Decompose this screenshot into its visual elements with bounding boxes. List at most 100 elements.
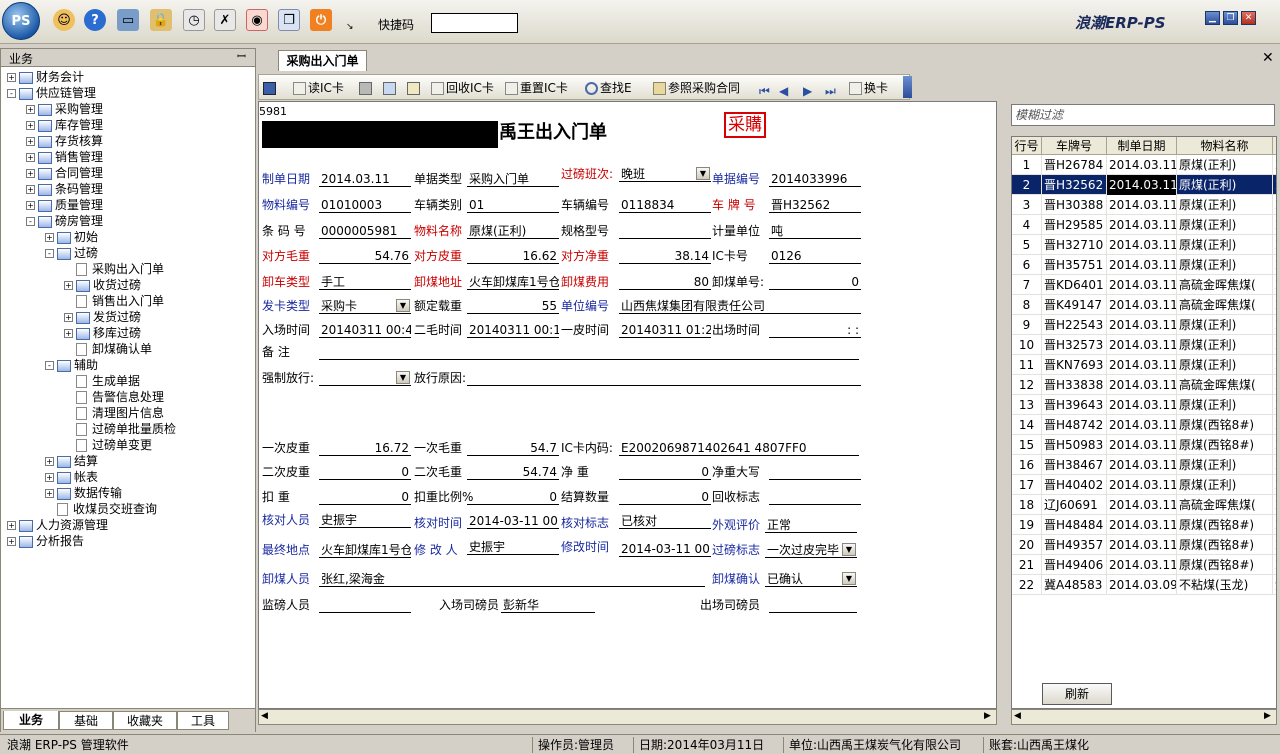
v-veh-type-field[interactable]: 01 bbox=[467, 197, 559, 213]
v-unload-addr-field[interactable]: 火车卸煤库1号仓 bbox=[467, 274, 559, 290]
tree-item[interactable]: 过磅单变更 bbox=[64, 437, 152, 453]
table-row[interactable]: 1晋H267842014.03.11原煤(正利)20 bbox=[1012, 155, 1276, 175]
v-mat-name-field[interactable]: 原煤(正利) bbox=[467, 223, 559, 239]
prev-icon[interactable]: ◀ bbox=[779, 82, 795, 98]
clock-icon[interactable]: ◷ bbox=[183, 9, 205, 31]
collapse-icon[interactable]: - bbox=[45, 249, 54, 258]
v-unit-field[interactable]: 吨 bbox=[769, 223, 861, 239]
form-horizontal-scrollbar[interactable]: ◀ ▶ bbox=[258, 709, 997, 725]
tree-item[interactable]: 采购出入门单 bbox=[64, 261, 164, 277]
scroll-left-icon[interactable]: ◀ bbox=[261, 711, 268, 721]
tree-item[interactable]: - 过磅 bbox=[45, 245, 98, 261]
toolbar-button[interactable] bbox=[407, 79, 422, 97]
toolbar-button[interactable] bbox=[359, 79, 374, 97]
v-checker-field[interactable]: 史振宇 bbox=[319, 512, 411, 528]
tree-item[interactable]: 生成单据 bbox=[64, 373, 140, 389]
minimize-icon[interactable]: ▁ bbox=[1205, 11, 1220, 25]
grid-column-header[interactable]: 制单日期 bbox=[1107, 137, 1177, 155]
toolbar-button[interactable]: 读IC卡 bbox=[293, 79, 344, 97]
v-unload-fee-field[interactable]: 80 bbox=[619, 274, 711, 290]
toolbar-button[interactable]: ⏮ bbox=[759, 79, 777, 98]
tab-purchase-gate-bill[interactable]: 采购出入门单 bbox=[278, 50, 367, 71]
expand-icon[interactable]: + bbox=[64, 329, 73, 338]
edit-icon[interactable] bbox=[407, 82, 420, 95]
expand-icon[interactable]: + bbox=[7, 537, 16, 546]
v-bill-type-field[interactable]: 采购入门单 bbox=[467, 171, 559, 187]
v-out-operator-field[interactable] bbox=[769, 597, 857, 613]
v-unloader-field[interactable]: 张红,梁海金 bbox=[319, 571, 705, 587]
toolbar-button[interactable]: ◀ bbox=[779, 79, 797, 98]
app-logo[interactable]: PS bbox=[2, 2, 40, 40]
dropdown-arrow-icon[interactable]: ▼ bbox=[396, 371, 410, 384]
toolbar-button[interactable]: ▶ bbox=[803, 79, 821, 98]
left-tab[interactable]: 工具 bbox=[177, 711, 229, 730]
v-gross2-field[interactable]: 54.74 bbox=[467, 464, 559, 480]
toolbar-button[interactable]: 回收IC卡 bbox=[431, 79, 494, 97]
v-rated-field[interactable]: 55 bbox=[467, 298, 559, 314]
toolbar-button[interactable] bbox=[383, 79, 398, 97]
tree-item[interactable]: + 结算 bbox=[45, 453, 98, 469]
toolbar-button[interactable]: 换卡 bbox=[849, 79, 888, 97]
pin-icon[interactable]: ꟷ bbox=[237, 49, 246, 64]
stop-icon[interactable]: ◉ bbox=[246, 9, 268, 31]
table-row[interactable]: 4晋H295852014.03.11原煤(正利)20 bbox=[1012, 215, 1276, 235]
expand-icon[interactable]: + bbox=[45, 473, 54, 482]
table-row[interactable]: 8晋K491472014.03.11高硫金晖焦煤(20 bbox=[1012, 295, 1276, 315]
v-deduct-pct-field[interactable]: 0 bbox=[467, 489, 559, 505]
lock-icon[interactable]: 🔒 bbox=[150, 9, 172, 31]
table-row[interactable]: 17晋H404022014.03.11原煤(正利)20 bbox=[1012, 475, 1276, 495]
v-in-operator-field[interactable]: 彭新华 bbox=[501, 597, 595, 613]
expand-icon[interactable]: + bbox=[7, 73, 16, 82]
table-row[interactable]: 12晋H338382014.03.11高硫金晖焦煤(20 bbox=[1012, 375, 1276, 395]
grid-horizontal-scrollbar[interactable]: ◀ ▶ bbox=[1011, 709, 1277, 725]
table-row[interactable]: 11晋KN76932014.03.11原煤(正利)20 bbox=[1012, 355, 1276, 375]
scroll-left-icon[interactable]: ◀ bbox=[1014, 711, 1021, 721]
table-row[interactable]: 16晋H384672014.03.11原煤(正利)20 bbox=[1012, 455, 1276, 475]
tree-item[interactable]: + 财务会计 bbox=[7, 69, 84, 85]
dropdown-arrow-icon[interactable]: ▼ bbox=[696, 167, 710, 180]
expand-icon[interactable]: + bbox=[7, 521, 16, 530]
collapse-icon[interactable]: - bbox=[45, 361, 54, 370]
table-row[interactable]: 13晋H396432014.03.11原煤(正利)20 bbox=[1012, 395, 1276, 415]
tree-item[interactable]: 清理图片信息 bbox=[64, 405, 164, 421]
tree-item[interactable]: + 人力资源管理 bbox=[7, 517, 108, 533]
v-net-field[interactable]: 38.14 bbox=[619, 248, 711, 264]
tools-icon[interactable]: ✗ bbox=[214, 9, 236, 31]
tree-item[interactable]: + 质量管理 bbox=[26, 197, 103, 213]
tree-item[interactable]: 告警信息处理 bbox=[64, 389, 164, 405]
v-net-cap-field[interactable] bbox=[769, 464, 861, 480]
v-unload-type-field[interactable]: 手工 bbox=[319, 274, 411, 290]
grid-column-header[interactable]: 物料名称 bbox=[1177, 137, 1273, 155]
v-modifier-field[interactable]: 史振宇 bbox=[467, 539, 559, 555]
v-tare1-time-field[interactable]: 20140311 01:23:3 bbox=[619, 322, 711, 338]
v-settle-field[interactable]: 0 bbox=[619, 489, 711, 505]
tree-item[interactable]: + 合同管理 bbox=[26, 165, 103, 181]
quick-code-input[interactable] bbox=[431, 13, 518, 33]
scroll-right-icon[interactable]: ▶ bbox=[984, 711, 991, 721]
tree-item[interactable]: - 辅助 bbox=[45, 357, 98, 373]
v-plate-field[interactable]: 晋H32562 bbox=[769, 197, 861, 213]
table-row[interactable]: 3晋H303882014.03.11原煤(正利)20 bbox=[1012, 195, 1276, 215]
tools-icon[interactable] bbox=[849, 82, 862, 95]
table-row[interactable]: 2晋H325622014.03.11原煤(正利)20 bbox=[1012, 175, 1276, 195]
restore-icon[interactable]: ❐ bbox=[1223, 11, 1238, 25]
left-tab[interactable]: 业务 bbox=[3, 711, 59, 730]
next-icon[interactable]: ▶ bbox=[803, 82, 819, 98]
table-row[interactable]: 10晋H325732014.03.11原煤(正利)20 bbox=[1012, 335, 1276, 355]
tree-item[interactable]: + 初始 bbox=[45, 229, 98, 245]
tree-item[interactable]: 收煤员交班查询 bbox=[45, 501, 157, 517]
expand-icon[interactable]: + bbox=[26, 185, 35, 194]
tools-icon[interactable] bbox=[431, 82, 444, 95]
expand-icon[interactable]: + bbox=[26, 105, 35, 114]
expand-icon[interactable]: + bbox=[45, 233, 54, 242]
v-ic-code-field[interactable]: E2002069871402641 4807FF0 bbox=[619, 440, 859, 456]
tree-item[interactable]: 销售出入门单 bbox=[64, 293, 164, 309]
v-check-time-field[interactable]: 2014-03-11 00:5 bbox=[467, 513, 559, 529]
v-in-time-field[interactable]: 20140311 00:48:3 bbox=[319, 322, 411, 338]
expand-icon[interactable]: + bbox=[26, 153, 35, 162]
table-row[interactable]: 22冀A485832014.03.09不粘煤(玉龙)测 bbox=[1012, 575, 1276, 595]
table-row[interactable]: 5晋H327102014.03.11原煤(正利)20 bbox=[1012, 235, 1276, 255]
first-icon[interactable]: ⏮ bbox=[759, 82, 775, 98]
v-deduct-field[interactable]: 0 bbox=[319, 489, 411, 505]
v-barcode-field[interactable]: 0000005981 bbox=[319, 223, 411, 239]
